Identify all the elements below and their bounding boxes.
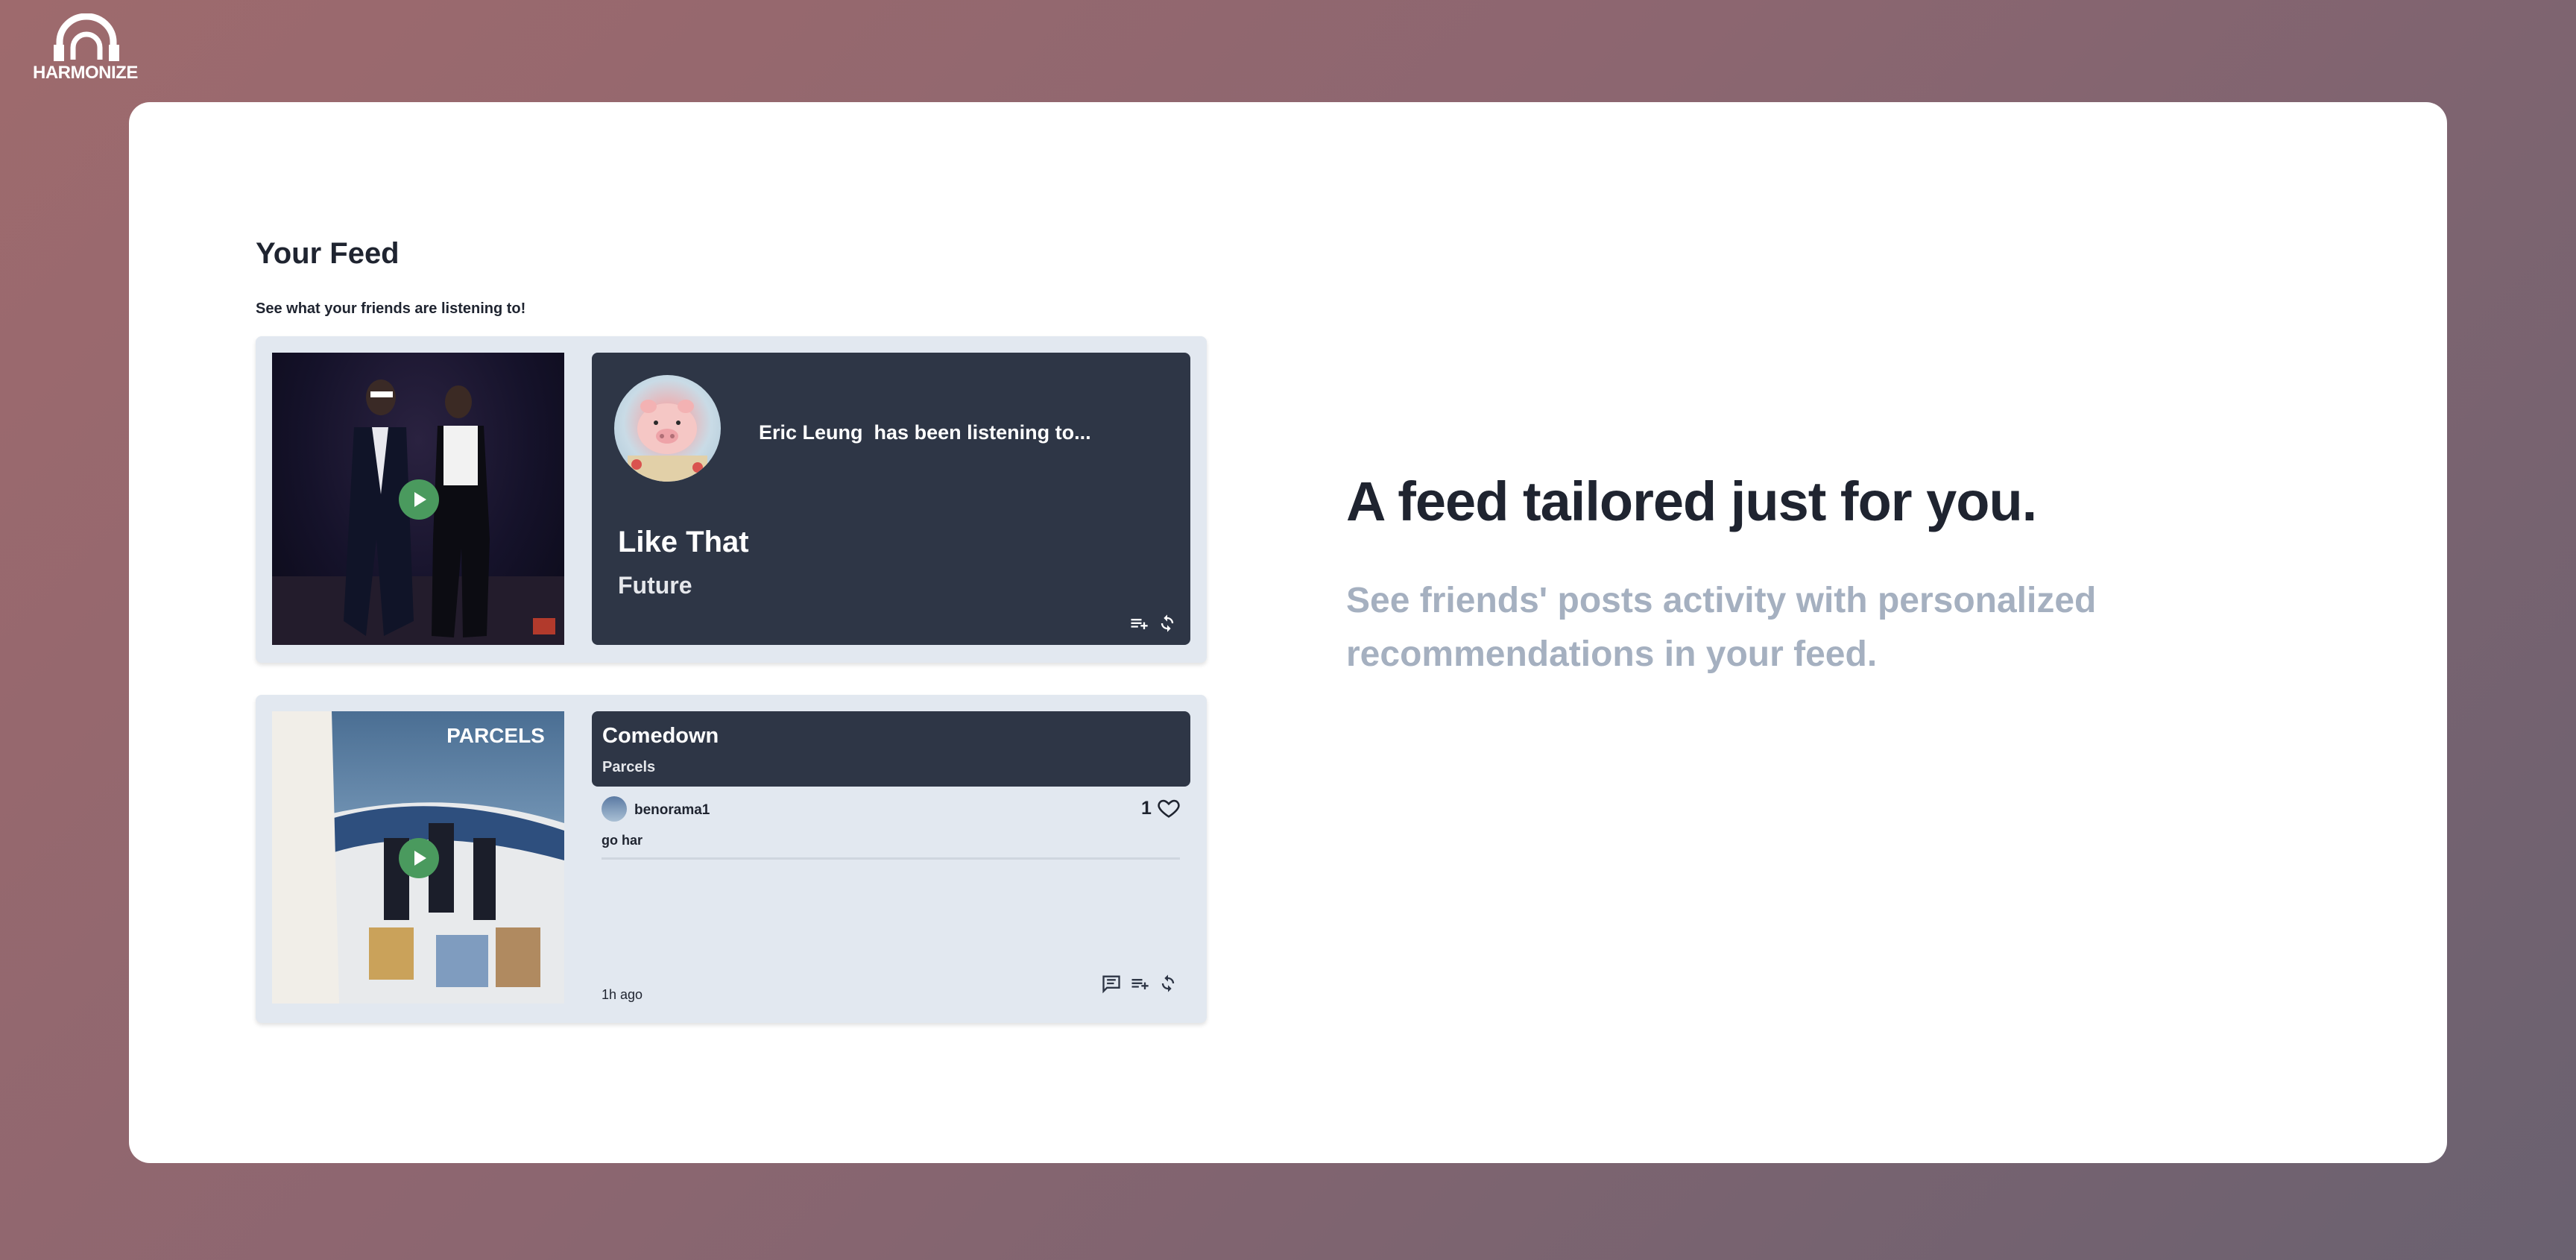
refresh-icon[interactable]	[1158, 973, 1178, 994]
timestamp: 1h ago	[602, 987, 643, 1002]
pig-avatar-illustration	[628, 400, 707, 482]
like-count: 1	[1141, 798, 1152, 819]
friend-name[interactable]: Eric Leung	[759, 421, 863, 444]
album-art[interactable]	[272, 353, 564, 645]
add-to-queue-icon[interactable]	[1129, 974, 1150, 995]
play-button[interactable]	[399, 838, 439, 878]
song-header: Comedown Parcels	[592, 711, 1190, 787]
friend-avatar[interactable]	[614, 375, 721, 482]
post-card: PARCELS Comedown Parcels benorama1 1 go …	[256, 695, 1207, 1023]
hero-subtext: See friends' posts activity with persona…	[1346, 581, 2097, 674]
play-button[interactable]	[399, 479, 439, 520]
listening-activity-card: Eric Leung has been listening to... Like…	[256, 336, 1207, 663]
album-logo-text: PARCELS	[446, 724, 545, 747]
heart-icon[interactable]	[1156, 796, 1181, 821]
listening-label: has been listening to...	[874, 421, 1091, 444]
comment-icon[interactable]	[1101, 973, 1122, 994]
hero-headline: A feed tailored just for you.	[1346, 470, 2037, 532]
artist-name[interactable]: Parcels	[602, 759, 655, 776]
username[interactable]: benorama1	[634, 802, 710, 819]
user-avatar[interactable]	[602, 796, 627, 822]
album-art[interactable]: PARCELS	[272, 711, 564, 1004]
refresh-icon[interactable]	[1157, 613, 1178, 634]
harmonize-logo[interactable]: HARMONIZE	[33, 13, 140, 88]
brand-name: HARMONIZE	[33, 63, 138, 83]
listening-status: Eric Leung has been listening to...	[759, 421, 1091, 444]
artist-name[interactable]: Future	[618, 572, 692, 599]
song-title[interactable]: Comedown	[602, 724, 719, 749]
feed-title: Your Feed	[256, 237, 400, 270]
add-to-queue-icon[interactable]	[1128, 614, 1149, 634]
song-title[interactable]: Like That	[618, 526, 749, 559]
post-comment: go har	[602, 833, 643, 848]
divider	[602, 857, 1180, 860]
now-playing-box: Eric Leung has been listening to... Like…	[592, 353, 1190, 645]
headphones-icon	[54, 13, 119, 61]
feed-subtitle: See what your friends are listening to!	[256, 300, 526, 317]
